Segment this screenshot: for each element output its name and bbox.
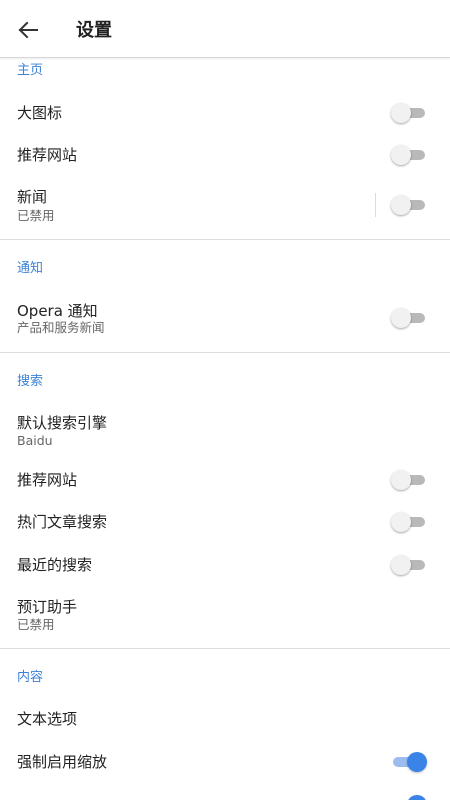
setting-label: 新闻	[17, 188, 48, 206]
setting-recent-search[interactable]: 最近的搜索	[0, 544, 450, 586]
setting-force-zoom[interactable]: 强制启用缩放	[0, 741, 450, 783]
setting-label: 大图标	[17, 104, 63, 122]
setting-label: 文本选项	[17, 710, 78, 728]
setting-big-icons[interactable]: 大图标	[0, 92, 450, 134]
section-divider	[0, 239, 450, 240]
force-zoom-toggle[interactable]	[391, 752, 427, 772]
app-bar: 设置	[0, 0, 450, 58]
section-divider	[0, 648, 450, 649]
setting-label: 热门文章搜索	[17, 513, 108, 531]
setting-label: 最近的搜索	[17, 556, 93, 574]
setting-label: Opera 通知	[17, 302, 98, 320]
section-header-content: 内容	[17, 670, 44, 685]
setting-opera-notifications[interactable]: Opera 通知 产品和服务新闻	[0, 292, 450, 348]
setting-label: 强制启用缩放	[17, 753, 108, 771]
recent-search-toggle[interactable]	[391, 555, 427, 575]
setting-recommended-sites-home[interactable]: 推荐网站	[0, 134, 450, 176]
trending-search-toggle[interactable]	[391, 512, 427, 532]
setting-label: 默认搜索引擎	[17, 414, 108, 432]
setting-label: 预订助手	[17, 598, 78, 616]
setting-sublabel: 产品和服务新闻	[17, 320, 105, 335]
setting-sublabel: 已禁用	[17, 208, 55, 223]
recommended-sites-home-toggle[interactable]	[391, 145, 427, 165]
page-title: 设置	[76, 20, 112, 41]
setting-sublabel: 已禁用	[17, 617, 55, 632]
setting-sublabel: Baidu	[17, 433, 53, 448]
section-divider	[0, 352, 450, 353]
setting-default-search-engine[interactable]: 默认搜索引擎 Baidu	[0, 404, 450, 460]
settings-content: 主页 大图标 推荐网站 新闻 已禁用 通知 Opera 通知 产品和服务新闻 搜…	[0, 0, 450, 800]
back-arrow-icon[interactable]	[12, 14, 44, 46]
vertical-divider	[375, 193, 376, 217]
setting-partial-row[interactable]	[0, 786, 450, 800]
section-header-home: 主页	[17, 63, 44, 78]
setting-label: 推荐网站	[17, 471, 78, 489]
section-header-notifications: 通知	[17, 261, 44, 276]
big-icons-toggle[interactable]	[391, 103, 427, 123]
section-header-search: 搜索	[17, 374, 44, 389]
setting-label: 推荐网站	[17, 146, 78, 164]
recommended-sites-search-toggle[interactable]	[391, 470, 427, 490]
news-toggle[interactable]	[391, 195, 427, 215]
setting-news[interactable]: 新闻 已禁用	[0, 178, 450, 236]
setting-trending-search[interactable]: 热门文章搜索	[0, 501, 450, 543]
partial-row-toggle[interactable]	[391, 795, 427, 800]
opera-notifications-toggle[interactable]	[391, 308, 427, 328]
setting-text-options[interactable]: 文本选项	[0, 698, 450, 740]
setting-recommended-sites-search[interactable]: 推荐网站	[0, 459, 450, 501]
setting-booking-assistant[interactable]: 预订助手 已禁用	[0, 588, 450, 644]
